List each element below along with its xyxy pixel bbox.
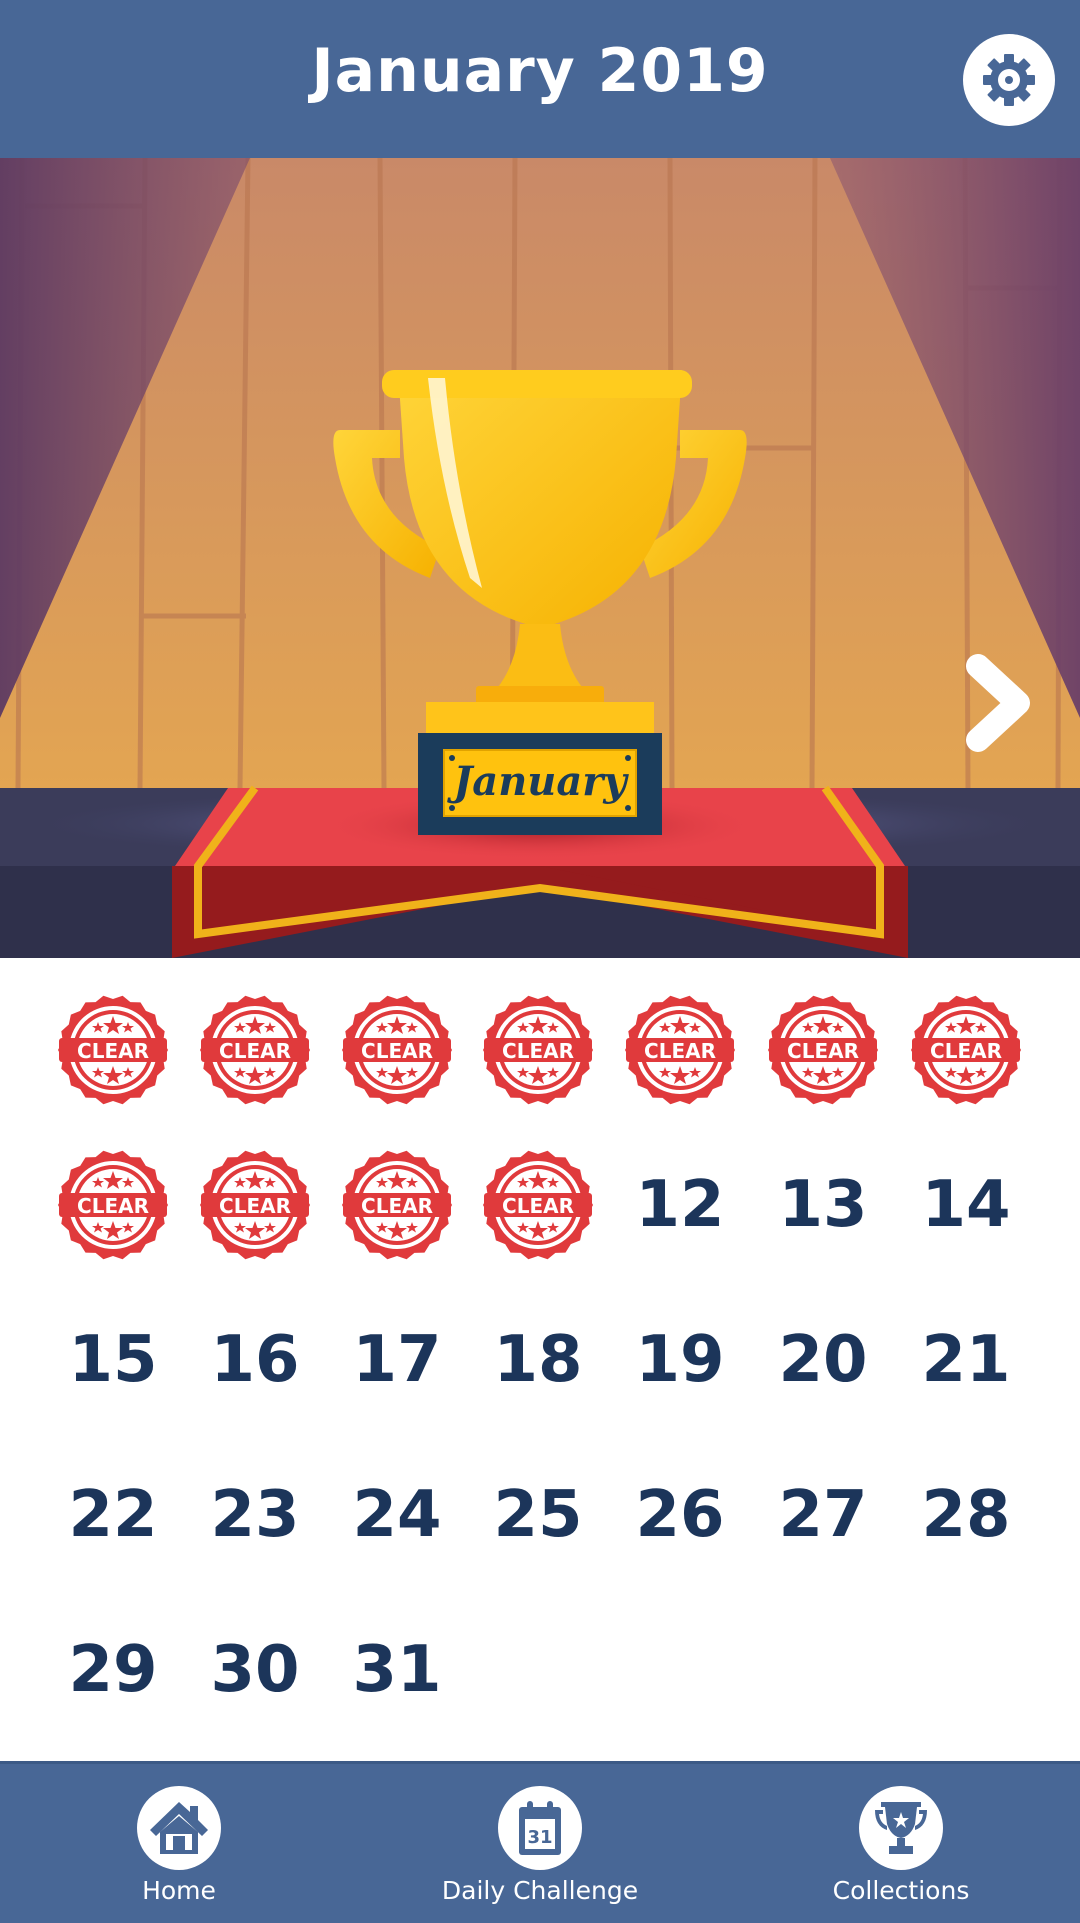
home-icon xyxy=(150,1802,208,1854)
clear-stamp-icon: CLEAR xyxy=(625,995,735,1105)
calendar-day-number: 27 xyxy=(778,1478,868,1552)
nav-daily-challenge[interactable]: 31 Daily Challenge xyxy=(420,1764,660,1923)
clear-stamp-label: CLEAR xyxy=(219,1039,291,1063)
calendar-day[interactable]: 29 xyxy=(43,1600,183,1740)
calendar-day-number: 25 xyxy=(493,1478,583,1552)
calendar-day[interactable]: 10CLEAR xyxy=(327,1135,467,1275)
clear-stamp-icon: CLEAR xyxy=(483,995,593,1105)
clear-stamp-label: CLEAR xyxy=(930,1039,1002,1063)
calendar-day-number: 31 xyxy=(352,1633,442,1707)
calendar-day[interactable]: 23 xyxy=(185,1445,325,1585)
trophy-stage-illustration: January xyxy=(0,158,1080,958)
calendar-day[interactable]: 31 xyxy=(327,1600,467,1740)
calendar-day[interactable]: 3CLEAR xyxy=(327,980,467,1120)
calendar-day-number: 17 xyxy=(352,1323,442,1397)
calendar-day-number: 21 xyxy=(921,1323,1011,1397)
calendar-day[interactable]: 17 xyxy=(327,1290,467,1430)
calendar-day[interactable]: 14 xyxy=(896,1135,1036,1275)
calendar-day[interactable]: 25 xyxy=(468,1445,608,1585)
trophy-icon xyxy=(875,1802,927,1854)
calendar-day[interactable]: 6CLEAR xyxy=(753,980,893,1120)
calendar-day[interactable]: 16 xyxy=(185,1290,325,1430)
clear-stamp-label: CLEAR xyxy=(361,1039,433,1063)
calendar-day[interactable]: 12 xyxy=(610,1135,750,1275)
clear-stamp-label: CLEAR xyxy=(502,1194,574,1218)
calendar-day[interactable]: 8CLEAR xyxy=(43,1135,183,1275)
nav-daily-challenge-circle: 31 xyxy=(498,1786,582,1870)
clear-stamp-icon: CLEAR xyxy=(768,995,878,1105)
clear-stamp-icon: CLEAR xyxy=(911,995,1021,1105)
calendar-day[interactable]: 13 xyxy=(753,1135,893,1275)
clear-stamp-label: CLEAR xyxy=(502,1039,574,1063)
calendar-day-number: 19 xyxy=(635,1323,725,1397)
calendar-day[interactable]: 4CLEAR xyxy=(468,980,608,1120)
calendar-day[interactable]: 1CLEAR xyxy=(43,980,183,1120)
calendar-grid: 1CLEAR2CLEAR3CLEAR4CLEAR5CLEAR6CLEAR7CLE… xyxy=(0,958,1080,1758)
calendar-day[interactable]: 20 xyxy=(753,1290,893,1430)
calendar-day-number: 23 xyxy=(210,1478,300,1552)
clear-stamp-icon: CLEAR xyxy=(200,1150,310,1260)
calendar-day-number: 13 xyxy=(778,1168,868,1242)
calendar-day[interactable]: 9CLEAR xyxy=(185,1135,325,1275)
calendar-day[interactable]: 22 xyxy=(43,1445,183,1585)
trophy-plaque-text: January xyxy=(446,758,629,805)
nav-home-label: Home xyxy=(142,1876,216,1905)
clear-stamp-icon: CLEAR xyxy=(58,1150,168,1260)
calendar-day[interactable]: 11CLEAR xyxy=(468,1135,608,1275)
clear-stamp-label: CLEAR xyxy=(219,1194,291,1218)
calendar-day[interactable]: 18 xyxy=(468,1290,608,1430)
bottom-nav: Home 31 Daily Challenge Collections xyxy=(0,1761,1080,1923)
gear-icon xyxy=(983,54,1035,106)
next-month-button[interactable] xyxy=(960,648,1040,758)
calendar-day[interactable]: 28 xyxy=(896,1445,1036,1585)
calendar-day-number: 26 xyxy=(635,1478,725,1552)
clear-stamp-label: CLEAR xyxy=(77,1194,149,1218)
calendar-day-number: 29 xyxy=(68,1633,158,1707)
trophy-stage: January xyxy=(0,158,1080,958)
calendar-day-number: 20 xyxy=(778,1323,868,1397)
calendar-icon: 31 xyxy=(519,1801,561,1855)
clear-stamp-label: CLEAR xyxy=(787,1039,859,1063)
settings-button[interactable] xyxy=(963,34,1055,126)
clear-stamp-icon: CLEAR xyxy=(58,995,168,1105)
calendar-day[interactable]: 21 xyxy=(896,1290,1036,1430)
clear-stamp-icon: CLEAR xyxy=(342,995,452,1105)
chevron-right-icon xyxy=(966,654,1030,752)
clear-stamp-label: CLEAR xyxy=(77,1039,149,1063)
nav-collections[interactable]: Collections xyxy=(781,1764,1021,1923)
calendar-day[interactable]: 19 xyxy=(610,1290,750,1430)
calendar-day-number: 30 xyxy=(210,1633,300,1707)
top-bar: January 2019 xyxy=(0,0,1080,158)
nav-home-circle xyxy=(137,1786,221,1870)
nav-daily-challenge-label: Daily Challenge xyxy=(441,1876,639,1905)
calendar-day[interactable]: 15 xyxy=(43,1290,183,1430)
calendar-day[interactable]: 2CLEAR xyxy=(185,980,325,1120)
clear-stamp-icon: CLEAR xyxy=(483,1150,593,1260)
calendar-day-number: 12 xyxy=(635,1168,725,1242)
nav-collections-label: Collections xyxy=(832,1876,970,1905)
calendar-day[interactable]: 7CLEAR xyxy=(896,980,1036,1120)
clear-stamp-icon: CLEAR xyxy=(342,1150,452,1260)
calendar-day[interactable]: 24 xyxy=(327,1445,467,1585)
clear-stamp-label: CLEAR xyxy=(361,1194,433,1218)
calendar-day[interactable]: 27 xyxy=(753,1445,893,1585)
nav-home[interactable]: Home xyxy=(59,1764,299,1923)
clear-stamp-icon: CLEAR xyxy=(200,995,310,1105)
calendar-day-number: 15 xyxy=(68,1323,158,1397)
page-title: January 2019 xyxy=(311,36,769,106)
calendar-day-number: 28 xyxy=(921,1478,1011,1552)
calendar-day[interactable]: 30 xyxy=(185,1600,325,1740)
calendar-day[interactable]: 26 xyxy=(610,1445,750,1585)
nav-collections-circle xyxy=(859,1786,943,1870)
calendar-icon-text: 31 xyxy=(527,1827,552,1848)
calendar-day[interactable]: 5CLEAR xyxy=(610,980,750,1120)
clear-stamp-label: CLEAR xyxy=(644,1039,716,1063)
calendar-day-number: 24 xyxy=(352,1478,442,1552)
calendar-day-number: 14 xyxy=(921,1168,1011,1242)
calendar-day-number: 18 xyxy=(493,1323,583,1397)
calendar-day-number: 22 xyxy=(68,1478,158,1552)
calendar-day-number: 16 xyxy=(210,1323,300,1397)
